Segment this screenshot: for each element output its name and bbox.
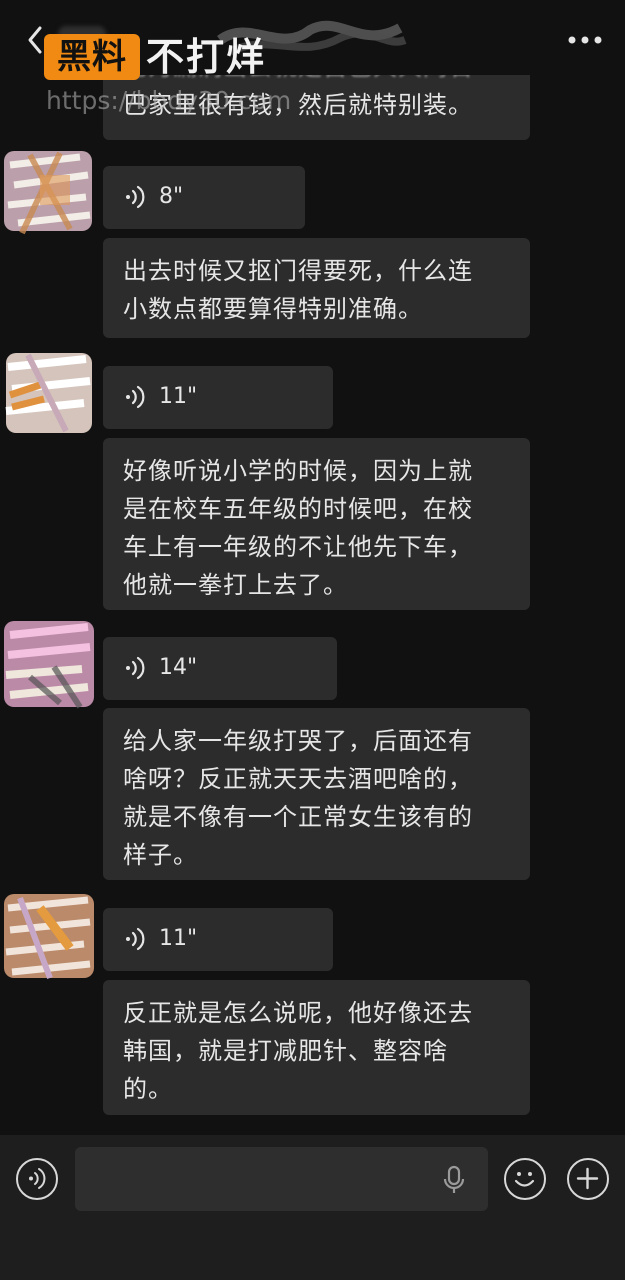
message-line: 出去时候又抠门得要死，什么连 — [123, 257, 473, 285]
voice-duration: 14" — [159, 655, 198, 680]
message-bubble[interactable]: 反正就是怎么说呢，他好像还去 韩国，就是打减肥针、整容啥 的。 — [103, 980, 530, 1115]
message-line: 的。 — [123, 1075, 173, 1103]
voice-wave-icon — [126, 185, 145, 209]
message-line: 是在校车五年级的时候吧，在校 — [123, 495, 473, 523]
plus-icon — [576, 1167, 599, 1190]
voice-message[interactable]: 8" — [103, 166, 305, 229]
voice-duration: 8" — [159, 184, 184, 209]
redacted-avatar-icon — [4, 894, 94, 980]
voice-duration: 11" — [159, 926, 198, 951]
voice-wave-icon — [126, 385, 145, 409]
message-line: 就是不像有一个正常女生该有的 — [123, 803, 473, 831]
redacted-avatar-icon — [4, 151, 92, 235]
more-dots-icon[interactable] — [567, 30, 603, 50]
message-line: 韩国，就是打减肥针、整容啥 — [123, 1037, 448, 1065]
redacted-avatar-icon — [4, 621, 94, 709]
microphone-icon[interactable] — [440, 1165, 468, 1195]
voice-wave-icon — [126, 656, 145, 680]
message-line: 反正就是怎么说呢，他好像还去 — [123, 999, 473, 1027]
message-input[interactable] — [75, 1147, 488, 1211]
message-line: 啥呀？反正就天天去酒吧啥的， — [123, 765, 473, 793]
message-line: 车上有一年级的不让他先下车， — [123, 533, 473, 561]
voice-message[interactable]: 11" — [103, 908, 333, 971]
voice-mode-button[interactable] — [16, 1158, 58, 1200]
message-line: 小数点都要算得特别准确。 — [123, 295, 423, 323]
watermark-url: https://bbdy30.com — [46, 86, 292, 115]
message-line: 好像听说小学的时候，因为上就 — [123, 457, 473, 485]
message-line: 给人家一年级打哭了，后面还有 — [123, 727, 473, 755]
avatar[interactable] — [0, 345, 100, 441]
watermark-badge: 黑料 — [44, 34, 140, 80]
avatar[interactable] — [0, 617, 100, 713]
avatar[interactable] — [0, 145, 100, 241]
voice-message[interactable]: 11" — [103, 366, 333, 429]
emoji-icon — [514, 1172, 535, 1187]
voice-mode-icon — [29, 1168, 46, 1189]
watermark-title: 不打烊 — [146, 35, 267, 79]
plus-button[interactable] — [567, 1158, 609, 1200]
message-line: 他就一拳打上去了。 — [123, 571, 348, 599]
message-bubble[interactable]: 给人家一年级打哭了，后面还有 啥呀？反正就天天去酒吧啥的， 就是不像有一个正常女… — [103, 708, 530, 880]
voice-message[interactable]: 14" — [103, 637, 337, 700]
message-bubble[interactable]: 出去时候又抠门得要死，什么连 小数点都要算得特别准确。 — [103, 238, 530, 338]
message-line: 样子。 — [123, 841, 198, 869]
voice-wave-icon — [126, 927, 145, 951]
emoji-button[interactable] — [504, 1158, 546, 1200]
avatar[interactable] — [0, 888, 100, 984]
input-bar — [0, 1135, 625, 1280]
voice-duration: 11" — [159, 384, 198, 409]
redacted-avatar-icon — [5, 353, 92, 433]
message-bubble[interactable]: 好像听说小学的时候，因为上就 是在校车五年级的时候吧，在校 车上有一年级的不让他… — [103, 438, 530, 610]
